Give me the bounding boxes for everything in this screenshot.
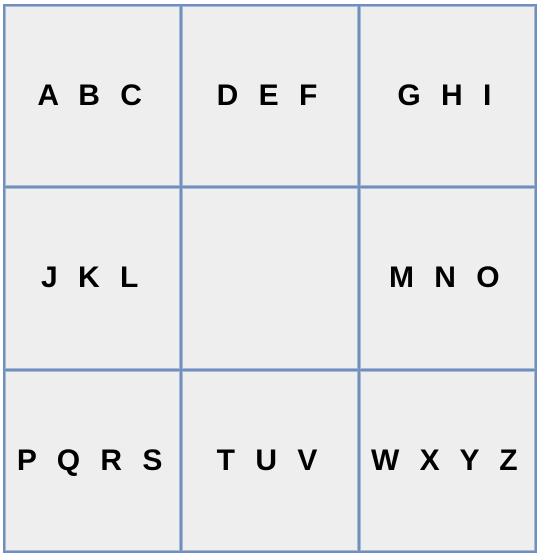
key-pqrs-label: P Q R S <box>16 443 169 477</box>
key-ghi-label: G H I <box>397 79 498 113</box>
key-wxyz[interactable]: W X Y Z <box>359 370 535 551</box>
key-abc[interactable]: A B C <box>5 6 181 187</box>
key-ghi[interactable]: G H I <box>359 6 535 187</box>
key-abc-label: A B C <box>37 79 148 113</box>
key-jkl-label: J K L <box>40 261 145 295</box>
key-wxyz-label: W X Y Z <box>371 443 524 477</box>
key-jkl[interactable]: J K L <box>5 188 181 369</box>
letter-keypad: A B C D E F G H I J K L M N O P Q R S T … <box>3 4 537 553</box>
key-def-label: D E F <box>216 79 324 113</box>
key-blank[interactable] <box>182 188 358 369</box>
key-tuv[interactable]: T U V <box>182 370 358 551</box>
key-pqrs[interactable]: P Q R S <box>5 370 181 551</box>
key-mno[interactable]: M N O <box>359 188 535 369</box>
key-mno-label: M N O <box>388 261 506 295</box>
key-tuv-label: T U V <box>216 443 324 477</box>
key-def[interactable]: D E F <box>182 6 358 187</box>
